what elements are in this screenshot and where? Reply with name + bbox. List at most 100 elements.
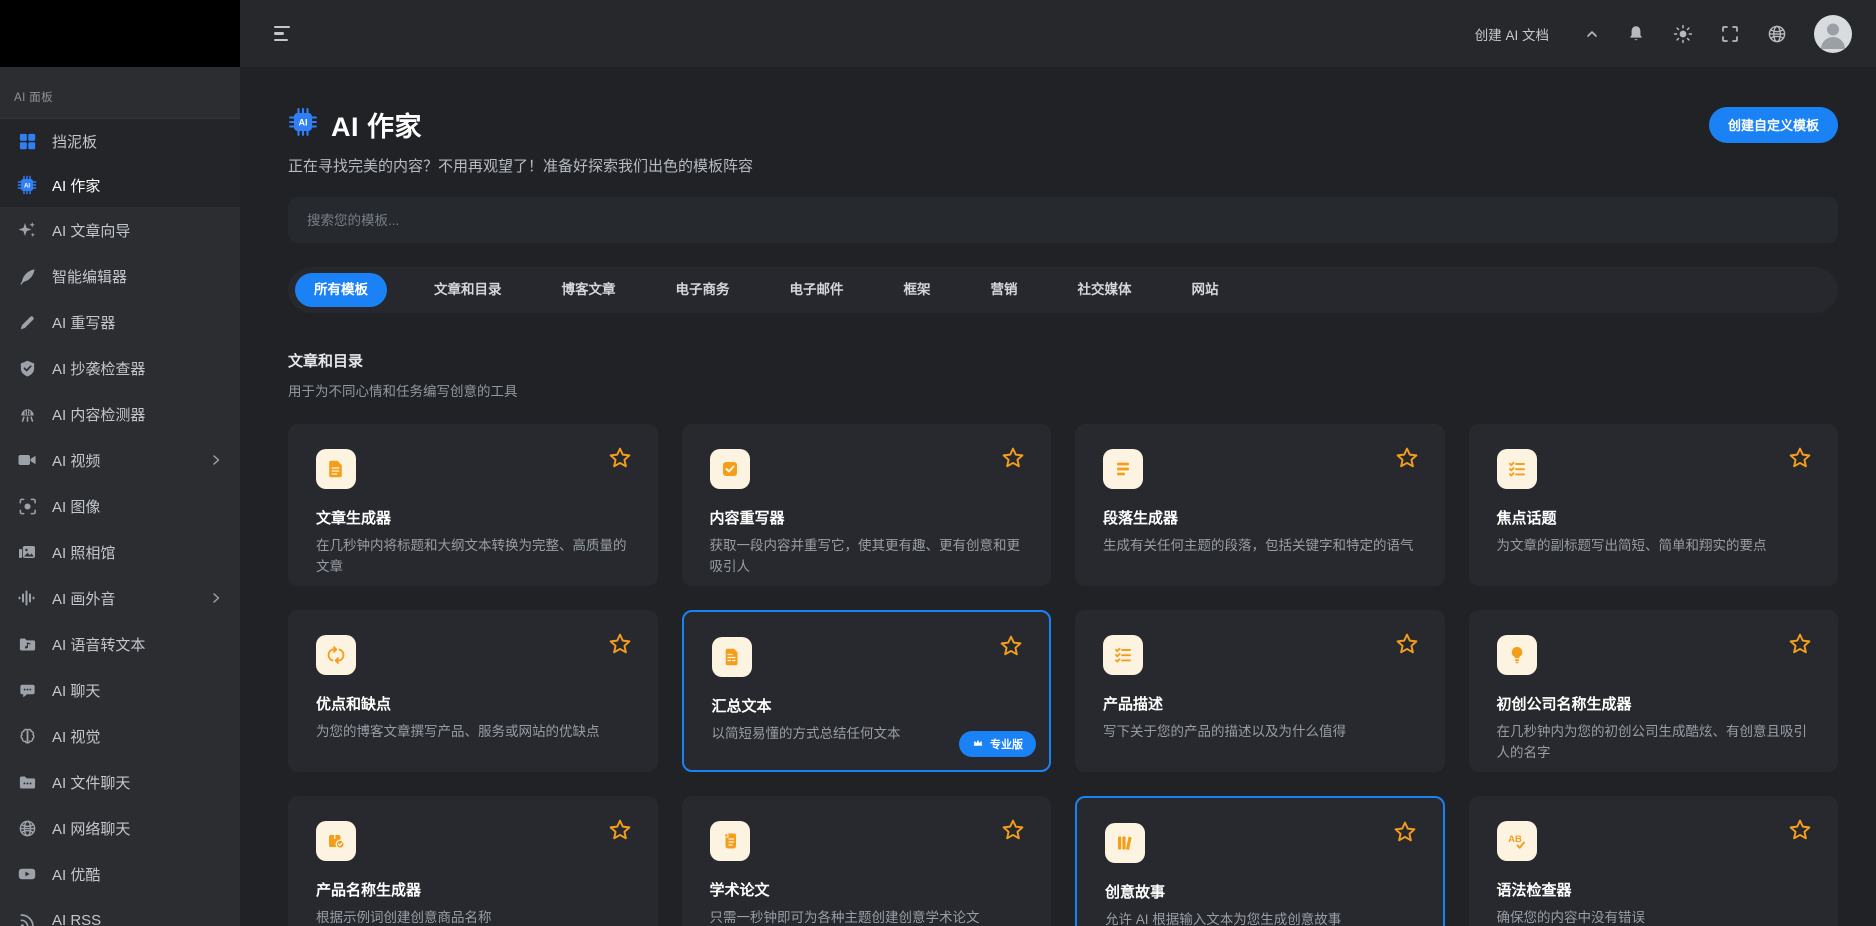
template-category-tabs: 所有模板 文章和目录 博客文章 电子商务 电子邮件 框架 营销 社交媒体 网站: [288, 267, 1838, 313]
tab-ecommerce[interactable]: 电子商务: [663, 273, 743, 307]
card-description: 为文章的副标题写出简短、简单和翔实的要点: [1497, 536, 1811, 557]
sidebar-item-ai-content-detector[interactable]: AI 内容检测器: [0, 391, 240, 437]
sidebar-item-ai-speech-to-text[interactable]: AI 语音转文本: [0, 621, 240, 667]
template-card-article-generator[interactable]: 文章生成器 在几秒钟内将标题和大纲文本转换为完整、高质量的文章: [288, 424, 658, 586]
star-icon[interactable]: [1788, 446, 1812, 470]
card-description: 获取一段内容并重写它，使其更有趣、更有创意和更吸引人: [710, 536, 1024, 578]
sidebar-item-ai-web-chat[interactable]: AI 网络聊天: [0, 805, 240, 851]
star-icon[interactable]: [608, 818, 632, 842]
pro-badge-label: 专业版: [990, 736, 1023, 752]
chevron-up-icon[interactable]: [1585, 27, 1599, 41]
brightness-icon[interactable]: [1673, 24, 1693, 44]
tab-frameworks[interactable]: 框架: [891, 273, 944, 307]
checklist-icon: [1103, 635, 1143, 675]
star-icon[interactable]: [999, 634, 1023, 658]
create-custom-template-button[interactable]: 创建自定义模板: [1709, 107, 1838, 143]
card-title: 焦点话题: [1497, 507, 1811, 528]
sidebar-item-ai-voiceover[interactable]: AI 画外音: [0, 575, 240, 621]
sidebar-item-ai-youtube[interactable]: AI 优酷: [0, 851, 240, 897]
sidebar-item-label: 挡泥板: [52, 131, 97, 152]
rss-icon: [16, 911, 38, 926]
menu-icon[interactable]: [274, 26, 290, 42]
star-icon[interactable]: [1393, 820, 1417, 844]
sidebar-item-ai-rss[interactable]: AI RSS: [0, 897, 240, 926]
bell-icon[interactable]: [1626, 24, 1646, 44]
sidebar-item-ai-video[interactable]: AI 视频: [0, 437, 240, 483]
create-ai-doc-dropdown[interactable]: 创建 AI 文档: [1475, 24, 1599, 44]
scroll-icon: [710, 821, 750, 861]
page-title: AI 作家: [331, 105, 422, 144]
top-bar-main: 创建 AI 文档: [240, 0, 1876, 67]
tab-marketing[interactable]: 营销: [978, 273, 1031, 307]
star-icon[interactable]: [1001, 446, 1025, 470]
tab-article-and-toc[interactable]: 文章和目录: [421, 273, 515, 307]
card-title: 语法检查器: [1497, 879, 1811, 900]
sidebar-item-ai-vision[interactable]: AI 视觉: [0, 713, 240, 759]
sidebar-item-label: AI 文件聊天: [52, 772, 130, 793]
music-folder-icon: [16, 635, 38, 654]
star-icon[interactable]: [1395, 446, 1419, 470]
card-title: 产品名称生成器: [316, 879, 630, 900]
tab-website[interactable]: 网站: [1179, 273, 1232, 307]
file-text-icon: [316, 449, 356, 489]
star-icon[interactable]: [1001, 818, 1025, 842]
template-card-summarize-text[interactable]: 汇总文本 以简短易懂的方式总结任何文本 专业版: [682, 610, 1052, 772]
tab-all-templates[interactable]: 所有模板: [295, 273, 387, 307]
tab-blog-posts[interactable]: 博客文章: [549, 273, 629, 307]
fullscreen-icon[interactable]: [1720, 24, 1740, 44]
sidebar-item-ai-file-chat[interactable]: AI 文件聊天: [0, 759, 240, 805]
video-camera-icon: [16, 450, 38, 470]
star-icon[interactable]: [1788, 818, 1812, 842]
card-title: 创意故事: [1105, 881, 1415, 902]
sidebar-item-ai-rewriter[interactable]: AI 重写器: [0, 299, 240, 345]
star-icon[interactable]: [608, 446, 632, 470]
star-icon[interactable]: [1788, 632, 1812, 656]
card-title: 产品描述: [1103, 693, 1417, 714]
page-subtitle: 正在寻找完美的内容？不用再观望了！准备好探索我们出色的模板阵容: [288, 155, 1838, 176]
sidebar-item-ai-photo-studio[interactable]: AI 照相馆: [0, 529, 240, 575]
sidebar-item-ai-writer[interactable]: AI AI 作家: [0, 163, 240, 207]
waveform-icon: [16, 588, 38, 608]
pencil-icon: [16, 313, 38, 332]
card-description: 只需一秒钟即可为各种主题创建创意学术论文: [710, 908, 1024, 926]
card-description: 为您的博客文章撰写产品、服务或网站的优缺点: [316, 722, 630, 743]
section-subtitle: 用于为不同心情和任务编写创意的工具: [288, 380, 1838, 400]
sidebar-item-ai-chat[interactable]: AI 聊天: [0, 667, 240, 713]
sidebar-item-ai-article-wizard[interactable]: AI 文章向导: [0, 207, 240, 253]
template-card-content-rewriter[interactable]: 内容重写器 获取一段内容并重写它，使其更有趣、更有创意和更吸引人: [682, 424, 1052, 586]
shield-check-icon: [16, 359, 38, 378]
template-card-product-description[interactable]: 产品描述 写下关于您的产品的描述以及为什么值得: [1075, 610, 1445, 772]
template-card-creative-story[interactable]: 创意故事 允许 AI 根据输入文本为您生成创意故事: [1075, 796, 1445, 926]
template-card-pros-and-cons[interactable]: 优点和缺点 为您的博客文章撰写产品、服务或网站的优缺点: [288, 610, 658, 772]
globe-icon: [16, 819, 38, 838]
card-description: 根据示例词创建创意商品名称: [316, 908, 630, 926]
tab-email[interactable]: 电子邮件: [777, 273, 857, 307]
section-title: 文章和目录: [288, 350, 1838, 371]
sidebar-item-label: AI 图像: [52, 496, 100, 517]
sidebar-item-smart-editor[interactable]: 智能编辑器: [0, 253, 240, 299]
sidebar-item-label: AI 语音转文本: [52, 634, 145, 655]
template-card-grammar-checker[interactable]: AB 语法检查器 确保您的内容中没有错误: [1469, 796, 1839, 926]
globe-icon[interactable]: [1767, 24, 1787, 44]
svg-text:AB: AB: [1508, 834, 1522, 845]
template-card-paragraph-generator[interactable]: 段落生成器 生成有关任何主题的段落，包括关键字和特定的语气: [1075, 424, 1445, 586]
sidebar-item-label: AI RSS: [52, 912, 101, 926]
star-icon[interactable]: [608, 632, 632, 656]
avatar[interactable]: [1814, 15, 1852, 53]
template-card-startup-name-generator[interactable]: 初创公司名称生成器 在几秒钟内为您的初创公司生成酷炫、有创意且吸引人的名字: [1469, 610, 1839, 772]
search-input[interactable]: [288, 197, 1838, 243]
feather-icon: [16, 267, 38, 286]
tab-social-media[interactable]: 社交媒体: [1065, 273, 1145, 307]
sidebar-item-ai-plagiarism-checker[interactable]: AI 抄袭检查器: [0, 345, 240, 391]
template-card-focus-topics[interactable]: 焦点话题 为文章的副标题写出简短、简单和翔实的要点: [1469, 424, 1839, 586]
sidebar-item-ai-image[interactable]: AI 图像: [0, 483, 240, 529]
sidebar-active-group: 挡泥板 AI AI 作家: [0, 118, 240, 207]
sidebar-item-label: AI 照相馆: [52, 542, 115, 563]
star-icon[interactable]: [1395, 632, 1419, 656]
svg-text:AI: AI: [299, 117, 308, 127]
sidebar-item-dashboard[interactable]: 挡泥板: [0, 119, 240, 163]
template-card-academic-essay[interactable]: 学术论文 只需一秒钟即可为各种主题创建创意学术论文: [682, 796, 1052, 926]
template-card-product-name-generator[interactable]: 产品名称生成器 根据示例词创建创意商品名称: [288, 796, 658, 926]
sidebar-item-label: AI 内容检测器: [52, 404, 145, 425]
detector-icon: [16, 405, 38, 424]
